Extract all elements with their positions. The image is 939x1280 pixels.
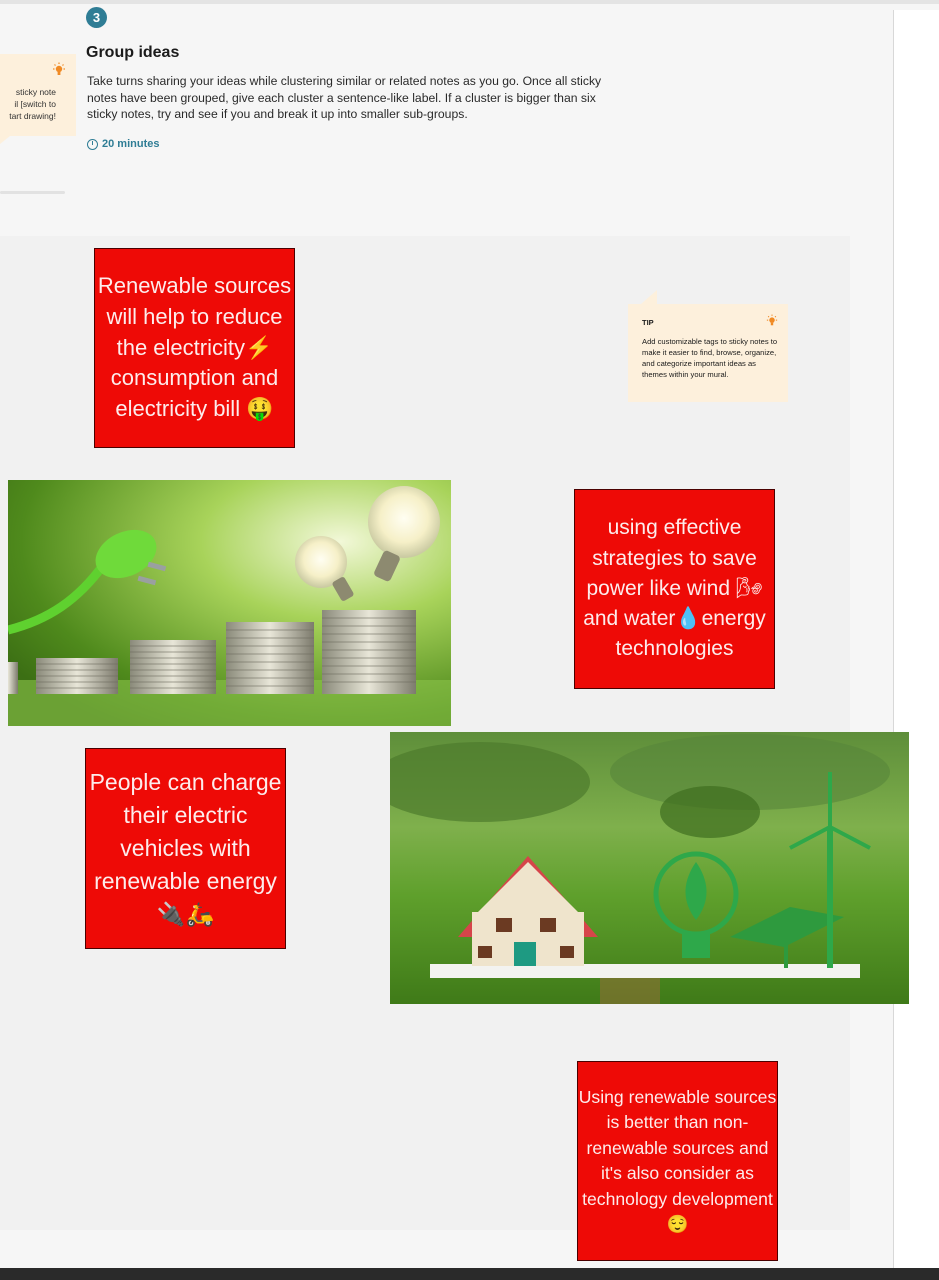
sticky-note-text: using effective strategies to save power… bbox=[583, 516, 766, 661]
step-description: Take turns sharing your ideas while clus… bbox=[87, 74, 602, 121]
sticky-note-text: People can charge their electric vehicle… bbox=[89, 769, 282, 927]
step-duration: 20 minutes bbox=[87, 138, 159, 150]
duration-label: 20 minutes bbox=[102, 138, 160, 150]
left-tip-card: sticky note il [switch to tart drawing! bbox=[0, 54, 76, 136]
left-divider bbox=[0, 191, 65, 194]
coins-bulbs-plug-image[interactable] bbox=[8, 480, 451, 726]
timer-icon bbox=[87, 138, 98, 150]
lightbulb-icon bbox=[53, 62, 65, 75]
left-tip-tail bbox=[0, 136, 10, 144]
tip-text: Add customizable tags to sticky notes to… bbox=[642, 337, 778, 379]
top-bar bbox=[0, 0, 939, 4]
house-bulb-windmill-image[interactable] bbox=[390, 732, 909, 1004]
step-number-badge: 3 bbox=[86, 7, 107, 28]
sticky-note-text: Using renewable sources is better than n… bbox=[578, 1086, 777, 1235]
sticky-note[interactable]: Renewable sources will help to reduce th… bbox=[94, 248, 295, 448]
lightbulb-icon bbox=[766, 314, 778, 326]
sticky-note-text: Renewable sources will help to reduce th… bbox=[97, 273, 292, 422]
sticky-note[interactable]: Using renewable sources is better than n… bbox=[577, 1061, 778, 1261]
tip-label: TIP bbox=[642, 318, 654, 327]
tip-tail bbox=[641, 290, 657, 304]
sticky-note[interactable]: using effective strategies to save power… bbox=[574, 489, 775, 689]
step-title: Group ideas bbox=[86, 44, 180, 61]
sticky-note[interactable]: People can charge their electric vehicle… bbox=[85, 748, 286, 949]
left-tip-text: sticky note il [switch to tart drawing! bbox=[9, 87, 56, 121]
tip-card: TIP Add customizable tags to sticky note… bbox=[628, 304, 788, 402]
right-side-panel[interactable] bbox=[893, 10, 939, 1272]
bottom-bar bbox=[0, 1268, 939, 1280]
